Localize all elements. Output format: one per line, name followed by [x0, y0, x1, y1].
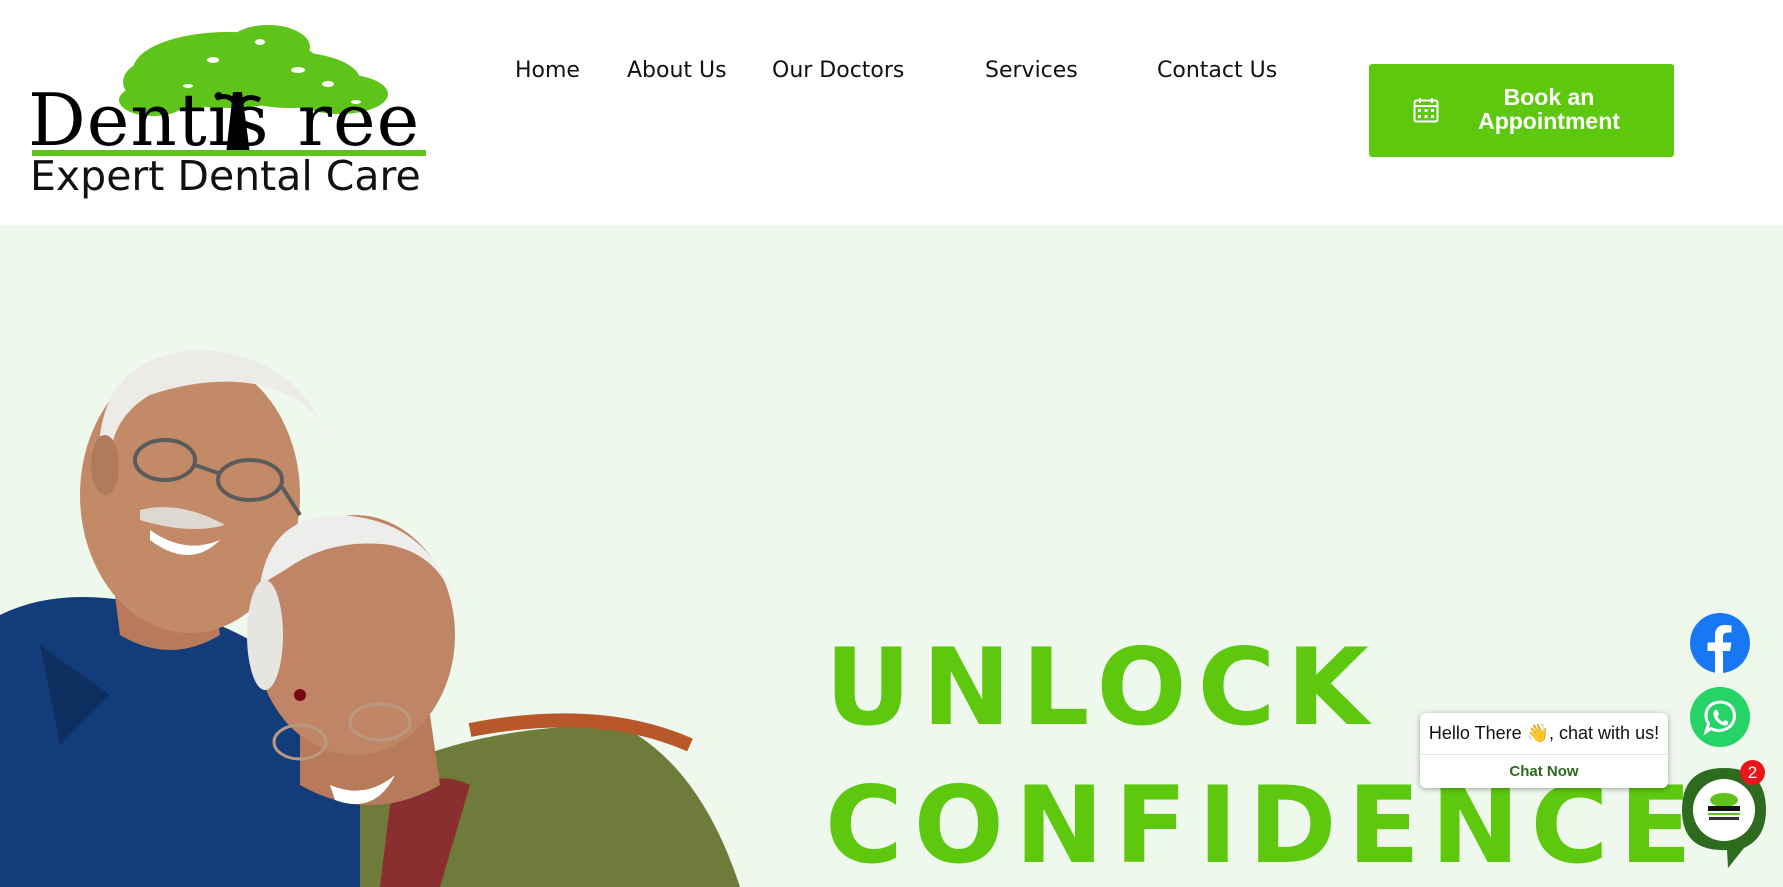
- unread-badge: 2: [1740, 760, 1765, 785]
- hero-couple-photo: [0, 350, 740, 887]
- facebook-button[interactable]: [1690, 613, 1750, 673]
- hero-headline-line2: CONFIDENCE: [825, 764, 1703, 887]
- chat-greeting-text: Hello There 👋, chat with us!: [1428, 723, 1660, 743]
- hero-headline-line1: UNLOCK: [825, 626, 1380, 749]
- brand-logo[interactable]: Dentis ree Expert Dental Care: [28, 22, 428, 202]
- nav-our-doctors[interactable]: Our Doctors: [772, 58, 904, 83]
- calendar-icon: [1413, 98, 1439, 123]
- chat-greeting-bubble[interactable]: Hello There 👋, chat with us! Chat Now: [1420, 713, 1668, 788]
- logo-wordmark: Dentis ree: [28, 78, 421, 162]
- nav-about-us[interactable]: About Us: [627, 58, 727, 83]
- logo-tagline: Expert Dental Care: [30, 152, 421, 200]
- whatsapp-button[interactable]: [1690, 687, 1750, 747]
- chat-now-link[interactable]: Chat Now: [1420, 763, 1668, 780]
- chat-launcher-button[interactable]: 2: [1682, 760, 1766, 868]
- book-appointment-label: Book an Appointment: [1478, 84, 1620, 134]
- whatsapp-icon: [1690, 687, 1750, 747]
- nav-services[interactable]: Services: [985, 58, 1078, 83]
- chat-divider: [1420, 754, 1668, 755]
- facebook-icon: [1690, 613, 1750, 673]
- site-header: Dentis ree Expert Dental Care Home About …: [0, 0, 1783, 225]
- nav-home[interactable]: Home: [515, 58, 580, 83]
- book-appointment-button[interactable]: Book an Appointment: [1369, 64, 1674, 157]
- nav-contact-us[interactable]: Contact Us: [1157, 58, 1277, 83]
